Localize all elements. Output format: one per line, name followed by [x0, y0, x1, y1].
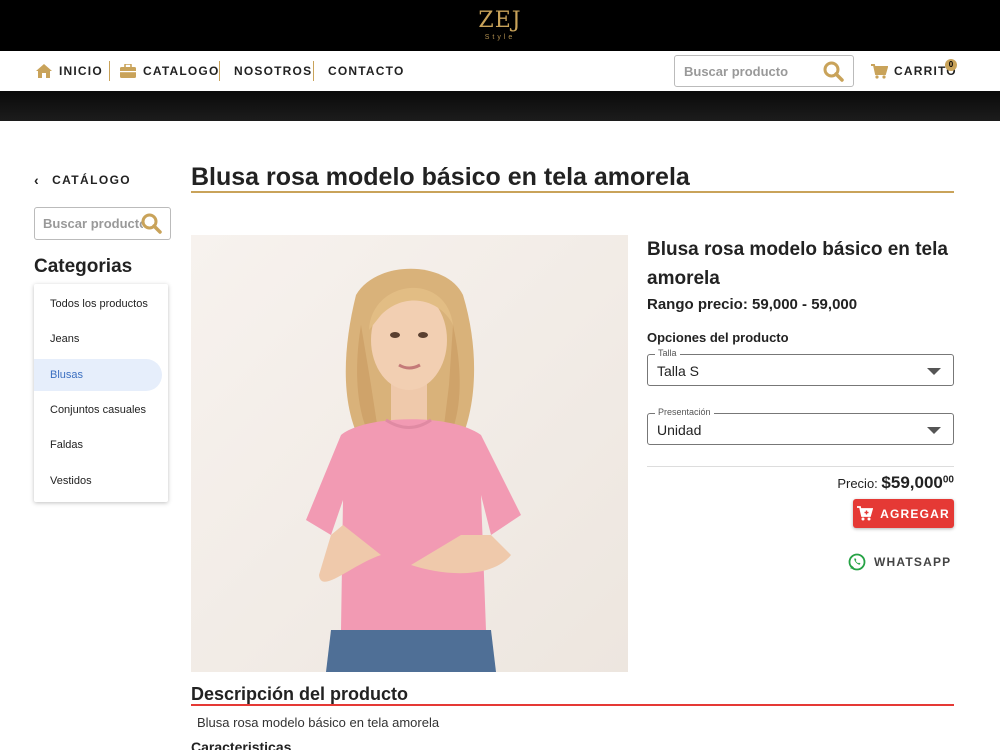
- top-header: ZEJ Style: [0, 0, 1000, 51]
- description-text: Blusa rosa modelo básico en tela amorela: [197, 715, 440, 730]
- presentation-select[interactable]: Presentación Unidad: [647, 407, 954, 445]
- main-nav: INICIO CATALOGO NOSOTROS CONTACTO CARRIT…: [0, 51, 1000, 91]
- nav-nosotros-label: NOSOTROS: [234, 64, 313, 78]
- back-label: CATÁLOGO: [52, 173, 132, 187]
- logo-mark: ZEJ: [478, 8, 522, 33]
- nav-divider: [219, 61, 220, 81]
- sidebar-search-box: [34, 207, 171, 240]
- price-cents: 00: [942, 474, 954, 486]
- size-select-value: Talla S: [657, 363, 700, 379]
- price-value: $59,000: [881, 473, 943, 492]
- whatsapp-icon: [848, 553, 866, 571]
- header-search-box: [674, 55, 854, 87]
- description-underline: [191, 704, 954, 706]
- category-item-vestidos[interactable]: Vestidos: [34, 465, 162, 497]
- category-item-todos[interactable]: Todos los productos: [34, 288, 162, 320]
- characteristics-heading: Caracteristicas: [191, 739, 292, 750]
- whatsapp-button[interactable]: WHATSAPP: [848, 550, 951, 574]
- description-heading: Descripción del producto: [191, 684, 409, 704]
- page-title: Blusa rosa modelo básico en tela amorela: [191, 163, 690, 191]
- presentation-select-legend: Presentación: [655, 407, 714, 417]
- nav-inicio-label: INICIO: [59, 64, 103, 78]
- search-icon[interactable]: [141, 213, 162, 234]
- back-to-catalog-link[interactable]: ‹ CATÁLOGO: [34, 172, 131, 188]
- chevron-left-icon: ‹: [34, 172, 41, 188]
- categories-list: Todos los productos Jeans Blusas Conjunt…: [34, 284, 168, 502]
- product-name: Blusa rosa modelo básico en tela amorela: [647, 239, 948, 289]
- nav-nosotros[interactable]: NOSOTROS: [234, 51, 312, 91]
- cart-icon: [871, 63, 888, 79]
- logo-subtitle: Style: [484, 34, 516, 41]
- product-price: Precio: $59,00000: [837, 473, 954, 493]
- banner-band: [0, 91, 1000, 121]
- nav-contacto-label: CONTACTO: [328, 64, 405, 78]
- product-price-range: Rango precio: 59,000 - 59,000: [647, 296, 858, 313]
- category-item-conjuntos[interactable]: Conjuntos casuales: [34, 394, 162, 426]
- header-search-input[interactable]: [684, 63, 819, 79]
- product-photo-illustration: [306, 268, 521, 672]
- nav-catalogo[interactable]: CATALOGO: [120, 51, 219, 91]
- category-item-jeans[interactable]: Jeans: [34, 323, 162, 355]
- nav-divider: [109, 61, 110, 81]
- cart-count-badge: 0: [945, 59, 957, 71]
- briefcase-icon: [120, 64, 136, 78]
- cart-plus-icon: [857, 506, 874, 521]
- sidebar-search-input[interactable]: [43, 216, 143, 231]
- category-item-faldas[interactable]: Faldas: [34, 429, 162, 461]
- cart-button[interactable]: CARRITO 0: [871, 51, 957, 91]
- nav-catalogo-label: CATALOGO: [143, 64, 220, 78]
- title-underline: [191, 191, 954, 193]
- size-select-legend: Talla: [655, 348, 680, 358]
- home-icon: [36, 64, 52, 78]
- product-options-heading: Opciones del producto: [647, 330, 789, 345]
- nav-inicio[interactable]: INICIO: [36, 51, 103, 91]
- presentation-select-value: Unidad: [657, 422, 702, 438]
- whatsapp-label: WHATSAPP: [874, 555, 952, 569]
- dropdown-arrow-icon: [927, 368, 941, 375]
- search-icon[interactable]: [823, 61, 844, 82]
- nav-divider: [313, 61, 314, 81]
- brand-logo[interactable]: ZEJ Style: [468, 8, 532, 48]
- product-image[interactable]: [191, 235, 628, 672]
- nav-contacto[interactable]: CONTACTO: [328, 51, 405, 91]
- add-to-cart-label: AGREGAR: [880, 506, 950, 521]
- size-select[interactable]: Talla Talla S: [647, 348, 954, 386]
- options-divider: [647, 466, 954, 467]
- price-label: Precio:: [837, 476, 878, 491]
- add-to-cart-button[interactable]: AGREGAR: [853, 499, 954, 528]
- dropdown-arrow-icon: [927, 427, 941, 434]
- category-item-blusas[interactable]: Blusas: [34, 359, 162, 391]
- categories-heading: Categorias: [34, 256, 133, 277]
